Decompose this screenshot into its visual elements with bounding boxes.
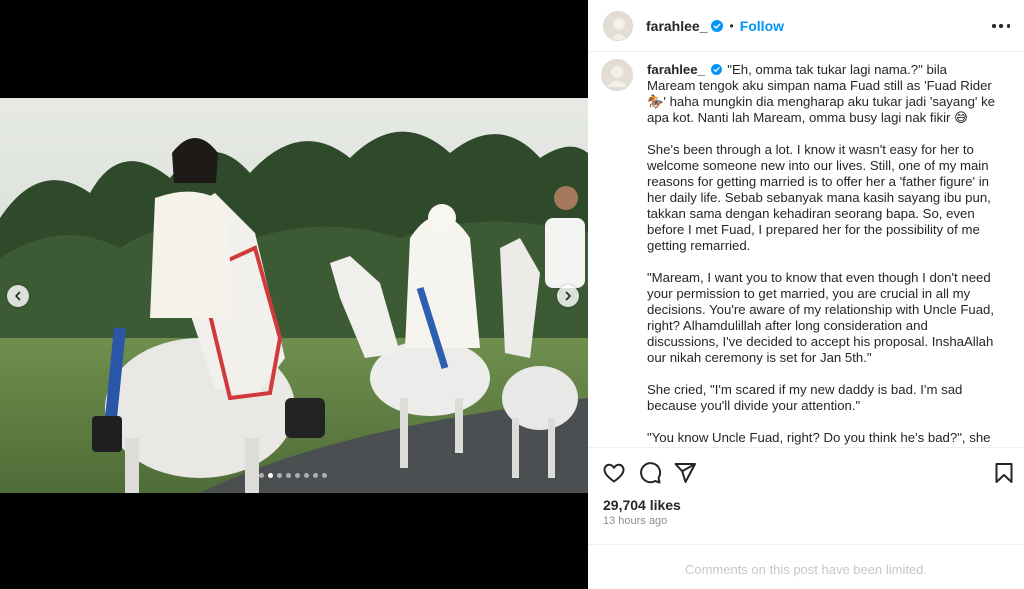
post-username[interactable]: farahlee_: [646, 18, 707, 34]
carousel-dot: [268, 473, 273, 478]
comment-button[interactable]: [638, 461, 662, 485]
more-horizontal-icon: [1006, 24, 1010, 28]
caption-paragraph: "Maream, I want you to know that even th…: [647, 270, 995, 365]
carousel-dot: [295, 473, 300, 478]
carousel-dot: [313, 473, 318, 478]
more-options-button[interactable]: [992, 18, 1010, 34]
caption-paragraph: She's been through a lot. I know it wasn…: [647, 142, 991, 253]
post-header: farahlee_ • Follow: [588, 0, 1024, 52]
share-button[interactable]: [673, 461, 697, 485]
carousel-indicator: [259, 473, 327, 478]
caption-paragraph: "You know Uncle Fuad, right? Do you thin…: [647, 430, 991, 445]
carousel-dot: [286, 473, 291, 478]
more-horizontal-icon: [992, 24, 996, 28]
carousel-dot: [259, 473, 264, 478]
follow-button[interactable]: Follow: [740, 18, 784, 34]
post-actions: 29,704 likes 13 hours ago Comments on th…: [588, 447, 1024, 589]
carousel-next-button[interactable]: [557, 285, 579, 307]
caption-paragraph: farahlee_ "Eh, omma tak tukar lagi nama.…: [647, 62, 999, 126]
post-caption: farahlee_ "Eh, omma tak tukar lagi nama.…: [647, 62, 999, 446]
post-photo-illustration: [0, 98, 588, 493]
chevron-right-icon: [565, 291, 571, 301]
carousel-prev-button[interactable]: [7, 285, 29, 307]
post-photo[interactable]: [0, 98, 588, 493]
heart-icon: [603, 463, 625, 483]
caption-avatar[interactable]: [601, 59, 633, 91]
avatar[interactable]: [603, 10, 633, 41]
likes-count[interactable]: 29,704 likes: [603, 497, 681, 513]
header-separator: •: [729, 18, 734, 33]
chevron-left-icon: [15, 291, 21, 301]
more-horizontal-icon: [999, 24, 1003, 28]
post-side-panel: farahlee_ • Follow farahlee_ "Eh, omma t…: [588, 0, 1024, 589]
caption-paragraph: She cried, "I'm scared if my new daddy i…: [647, 382, 963, 413]
send-icon: [674, 463, 696, 483]
avatar-image: [601, 59, 633, 91]
carousel-dot: [277, 473, 282, 478]
caption-scroll-area[interactable]: farahlee_ "Eh, omma tak tukar lagi nama.…: [588, 53, 1024, 446]
carousel-dot: [322, 473, 327, 478]
avatar-image: [604, 11, 632, 40]
bookmark-icon: [995, 463, 1013, 483]
comment-icon: [640, 462, 662, 484]
carousel-dot: [304, 473, 309, 478]
like-button[interactable]: [602, 461, 626, 485]
media-panel: [0, 0, 588, 589]
verified-badge-icon: [710, 64, 722, 75]
verified-badge-icon: [711, 19, 724, 32]
comments-limited-notice: Comments on this post have been limited.: [588, 544, 1024, 577]
save-button[interactable]: [992, 461, 1016, 485]
post-timestamp[interactable]: 13 hours ago: [603, 515, 667, 527]
caption-username[interactable]: farahlee_: [647, 62, 705, 77]
